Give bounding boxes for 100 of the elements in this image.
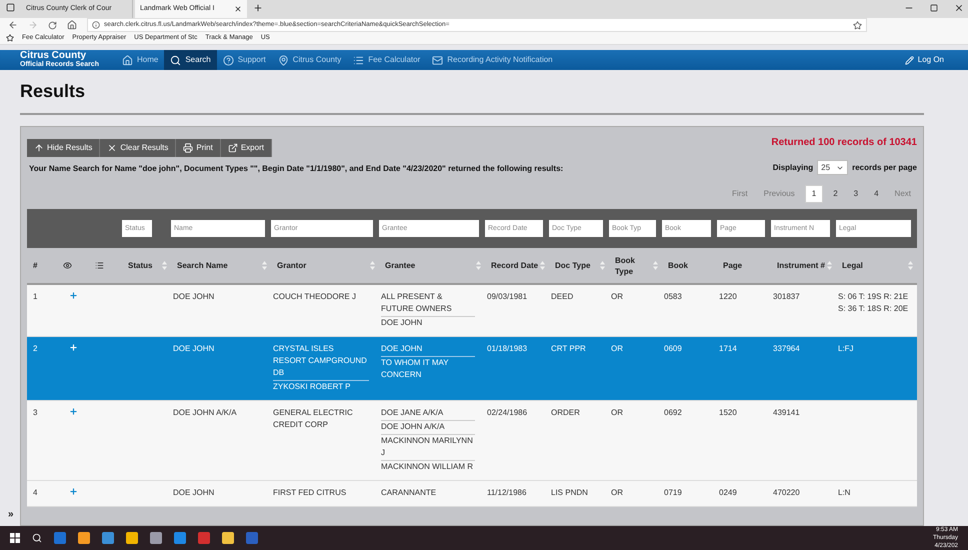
log-on-link[interactable]: Log On <box>904 54 944 66</box>
pin-icon <box>278 54 289 66</box>
home-icon[interactable] <box>67 20 77 30</box>
column-header[interactable]: Grantee <box>385 260 416 271</box>
nav-link[interactable]: Home <box>116 50 164 70</box>
column-header[interactable]: # <box>33 260 38 271</box>
app-icon[interactable] <box>102 532 114 544</box>
forward-icon[interactable] <box>28 20 38 30</box>
search-icon[interactable] <box>32 533 42 543</box>
close-icon[interactable] <box>234 5 242 13</box>
displaying-label: Displaying <box>772 162 814 174</box>
sort-icon[interactable] <box>162 261 167 270</box>
pagination-link[interactable]: 4 <box>868 185 885 203</box>
party-name: GENERAL ELECTRIC CREDIT CORP <box>273 407 354 431</box>
expand-icon[interactable] <box>69 343 78 352</box>
party-name: TO WHOM IT MAY CONCERN <box>381 357 450 381</box>
star-icon[interactable] <box>853 20 862 30</box>
nav-link[interactable]: Fee Calculator <box>347 50 426 70</box>
table-cell: 1520 <box>719 408 737 417</box>
app-icon[interactable] <box>174 532 186 544</box>
nav-link[interactable]: Recording Activity Notification <box>426 50 559 70</box>
brand-title[interactable]: Citrus County <box>20 51 116 62</box>
app-icon[interactable] <box>126 532 138 544</box>
column-header[interactable]: Grantor <box>277 260 306 271</box>
sort-icon[interactable] <box>908 261 913 270</box>
column-header[interactable]: Page <box>723 260 742 271</box>
column-header[interactable]: Book Type <box>615 254 653 276</box>
column-header[interactable]: Instrument # <box>777 260 826 271</box>
party-name: CARANNANTE <box>381 487 438 499</box>
table-cell: OR <box>611 344 623 353</box>
expand-icon[interactable] <box>69 407 78 416</box>
table-cell: DOE JOHN <box>173 292 214 301</box>
close-icon[interactable] <box>954 3 964 13</box>
table-cell: CRT PPR <box>551 344 586 353</box>
home-icon <box>122 54 133 66</box>
nav-link[interactable]: Citrus County <box>272 50 348 70</box>
column-header[interactable]: Status <box>128 260 152 271</box>
app-icon[interactable] <box>198 532 210 544</box>
sort-icon[interactable] <box>540 261 545 270</box>
result-row[interactable]: 1 DOE JOHN COUCH THEODORE J ALL PRESENT & FUTURE OWNERS DOE JOHN 09/03/1981 DEED OR 0583 1220 301837 S: 06 T: 19S R: 21E S: 36 T: 18S R: 20E <box>27 285 917 337</box>
party-name: COUCH THEODORE J <box>273 291 357 303</box>
app-icon[interactable] <box>150 532 162 544</box>
table-cell: 01/18/1983 <box>487 344 528 353</box>
result-row[interactable]: 2 DOE JOHN CRYSTAL ISLES RESORT CAMPGROUND DB ZYKOSKI ROBERT P DOE JOHN TO WHOM IT MAY CONCERN 01/18/1983 CRT PPR OR 0609 1714 337964 L:FJ <box>27 337 917 401</box>
app-icon[interactable] <box>222 532 234 544</box>
nav-link[interactable]: Support <box>216 50 272 70</box>
sort-icon[interactable] <box>600 261 605 270</box>
result-row[interactable]: 3 DOE JOHN A/K/A GENERAL ELECTRIC CREDIT CORP DOE JANE A/K/A DOE JOHN A/K/A MACKINNON MARILYNN J MACKINNON WILLIAM R 02/24/1986 ORDER OR 0692 1520 439141 <box>27 401 917 481</box>
sort-icon[interactable] <box>262 261 267 270</box>
table-cell: OR <box>611 408 623 417</box>
new-tab-icon[interactable] <box>253 3 263 13</box>
table-cell: 0692 <box>664 408 682 417</box>
result-row[interactable]: 4 DOE JOHN FIRST FED CITRUS CARANNANTE 11/12/1986 LIS PNDN OR 0719 0249 470220 L:N <box>27 481 917 507</box>
party-name: DOE JOHN <box>381 317 424 329</box>
table-cell: OR <box>611 488 623 497</box>
column-header[interactable]: Book <box>668 260 688 271</box>
nav-link[interactable]: Search <box>164 50 217 70</box>
table-cell: 470220 <box>773 488 800 497</box>
row-number: 2 <box>33 344 38 353</box>
per-page-select[interactable]: 25 <box>817 160 848 175</box>
column-header[interactable]: Doc Type <box>555 260 590 271</box>
window-icon[interactable] <box>6 3 15 12</box>
side-toggle[interactable]: » <box>8 507 14 522</box>
table-cell: 337964 <box>773 344 800 353</box>
column-header[interactable]: Legal <box>842 260 863 271</box>
sort-icon[interactable] <box>476 261 481 270</box>
sort-icon[interactable] <box>827 261 832 270</box>
table-cell: 0249 <box>719 488 737 497</box>
row-number: 3 <box>33 408 38 417</box>
help-icon <box>222 54 234 66</box>
table-cell: ORDER <box>551 408 580 417</box>
table-cell: 02/24/1986 <box>487 408 528 417</box>
party-name: MACKINNON WILLIAM R <box>381 461 474 473</box>
row-number: 4 <box>33 488 38 497</box>
pagination-link[interactable]: 3 <box>848 185 864 203</box>
sort-icon[interactable] <box>370 261 375 270</box>
maximize-icon[interactable] <box>930 4 938 12</box>
party-name: MACKINNON MARILYNN J <box>381 435 475 461</box>
party-name: DOE JOHN <box>381 343 475 357</box>
party-name: ZYKOSKI ROBERT P <box>273 381 352 393</box>
table-cell: DOE JOHN <box>173 344 214 353</box>
app-icon[interactable] <box>54 532 66 544</box>
windows-logo-icon[interactable] <box>10 533 20 543</box>
eye-icon <box>63 261 72 270</box>
column-header[interactable]: Search Name <box>177 260 228 271</box>
refresh-icon[interactable] <box>48 20 57 30</box>
pagination-link[interactable]: 1 <box>804 185 824 203</box>
pagination-link[interactable]: 2 <box>827 185 844 203</box>
table-cell: S: 06 T: 19S R: 21E S: 36 T: 18S R: 20E <box>838 292 908 313</box>
sort-icon[interactable] <box>653 261 658 270</box>
pencil-icon <box>904 56 914 65</box>
app-icon[interactable] <box>246 532 258 544</box>
table-cell: 301837 <box>773 292 800 301</box>
app-icon[interactable] <box>78 532 90 544</box>
back-icon[interactable] <box>8 20 18 30</box>
table-cell: 1714 <box>719 344 737 353</box>
expand-icon[interactable] <box>69 487 78 496</box>
expand-icon[interactable] <box>69 291 78 300</box>
list-icon <box>353 54 364 66</box>
column-header[interactable]: Record Date <box>491 260 538 271</box>
